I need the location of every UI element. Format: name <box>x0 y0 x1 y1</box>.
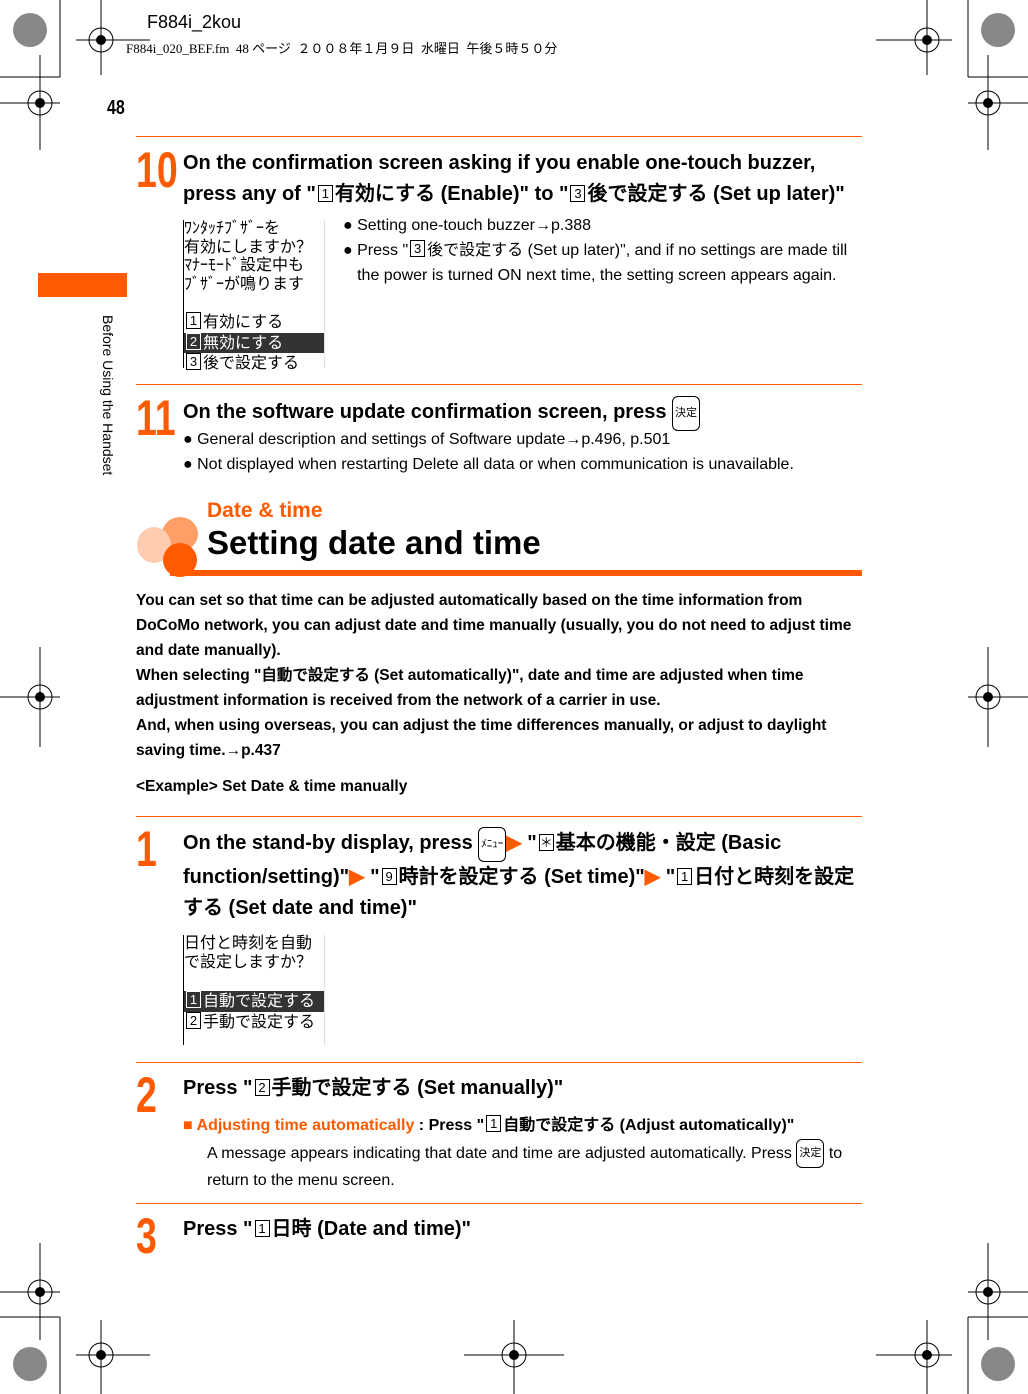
step-number: 2 <box>136 1067 157 1123</box>
step-number: 1 <box>136 821 157 877</box>
enter-key-icon: 決定 <box>672 396 701 431</box>
divider <box>136 816 862 817</box>
key-1-icon: 1 <box>317 185 333 202</box>
divider <box>136 1203 862 1204</box>
enter-key-icon: 決定 <box>796 1139 825 1168</box>
key-star-icon: ＊ <box>538 834 554 851</box>
step-number: 11 <box>136 390 176 446</box>
screen-line: ﾏﾅｰﾓｰﾄﾞ設定中も <box>184 257 305 274</box>
step1-title: On the stand-by display, press ﾒﾆｭｰ ▶ " ＊基… <box>183 827 868 924</box>
key-9-icon: 9 <box>381 868 397 885</box>
screen-option: 3 後で設定する <box>184 353 324 374</box>
intro-paragraph: And, when using overseas, you can adjust… <box>136 717 827 759</box>
page-number: 48 <box>107 97 125 119</box>
header-file: F884i_2kou <box>147 12 242 32</box>
example-label: <Example> Set Date & time manually <box>136 778 408 795</box>
step2-note: ■ Adjusting time automatically : Press "… <box>183 1115 795 1134</box>
divider <box>136 1062 862 1063</box>
key-1-icon: 1 <box>677 868 693 885</box>
screen-line: ﾜﾝﾀｯﾁﾌﾞｻﾞｰを <box>184 220 281 237</box>
chapter-tab <box>38 273 127 297</box>
step11-notes: ● General description and settings of So… <box>183 431 794 473</box>
screen-line: ﾌﾞｻﾞｰが鳴ります <box>184 275 305 293</box>
step-number: 3 <box>136 1208 157 1264</box>
step2-desc: A message appears indicating that date a… <box>207 1139 867 1193</box>
menu-key-icon: ﾒﾆｭｰ <box>478 827 507 862</box>
screen-line: で設定しますか？ <box>184 953 313 971</box>
note: General description and settings of Soft… <box>197 431 671 448</box>
section-category: Date & time <box>207 499 323 522</box>
phone-screen: ﾜﾝﾀｯﾁﾌﾞｻﾞｰを 有効にしますか？ ﾏﾅｰﾓｰﾄﾞ設定中も ﾌﾞｻﾞｰが鳴… <box>183 220 325 372</box>
text: 後で設定する (Set up later)" <box>587 183 845 205</box>
arrow-right-icon: ▶ <box>349 866 365 888</box>
step10-title: On the confirmation screen asking if you… <box>183 148 873 210</box>
step11-title: On the software update confirmation scre… <box>183 396 873 431</box>
intro-paragraph: When selecting "自動で設定する (Set automatical… <box>136 667 804 709</box>
section-title: Setting date and time <box>207 524 541 561</box>
phone-screen: 日付と時刻を自動 で設定しますか？ 1 自動で設定する 2 手動で設定する <box>183 935 325 1045</box>
screen-option: 1 有効にする <box>184 312 324 333</box>
square-bullet-icon: ■ <box>183 1117 193 1134</box>
arrow-right-icon: ▶ <box>644 866 661 888</box>
section-underline <box>170 570 862 576</box>
header-meta: F884i_020_BEF.fm 48 ページ ２００８年１月９日 水曜日 午後… <box>126 41 558 56</box>
step-number: 10 <box>136 142 178 198</box>
step10-notes: ● Setting one-touch buzzer→p.388 ● Press… <box>343 217 848 284</box>
intro: You can set so that time can be adjusted… <box>136 588 866 799</box>
key-1-icon: 1 <box>254 1220 270 1237</box>
side-label: Before Using the Handset <box>100 315 116 476</box>
note: 後で設定する (Set up later)", and if no settin… <box>357 242 848 284</box>
key-1-icon: 1 <box>486 1115 502 1132</box>
step2-title: Press " 2 手動で設定する (Set manually)" <box>183 1077 564 1099</box>
screen-option-selected: 1 自動で設定する <box>184 991 324 1012</box>
screen-option: 2 手動で設定する <box>184 1011 324 1033</box>
key-2-icon: 2 <box>254 1079 270 1096</box>
note: Setting one-touch buzzer→p.388 <box>357 217 592 234</box>
screen-line: 有効にしますか？ <box>184 238 313 256</box>
divider <box>136 136 862 137</box>
screen-line: 日付と時刻を自動 <box>184 935 313 952</box>
arrow-right-icon: ▶ <box>506 832 522 854</box>
key-3-icon: 3 <box>570 185 586 202</box>
intro-paragraph: You can set so that time can be adjusted… <box>136 592 852 659</box>
step3-title: Press " 1 日時 (Date and time)" <box>183 1218 472 1240</box>
divider <box>136 384 862 385</box>
screen-option-selected: 2 無効にする <box>184 332 324 353</box>
note: Not displayed when restarting Delete all… <box>197 456 794 473</box>
key-3-icon: 3 <box>410 240 426 257</box>
text: 有効にする (Enable)" to " <box>334 183 569 205</box>
